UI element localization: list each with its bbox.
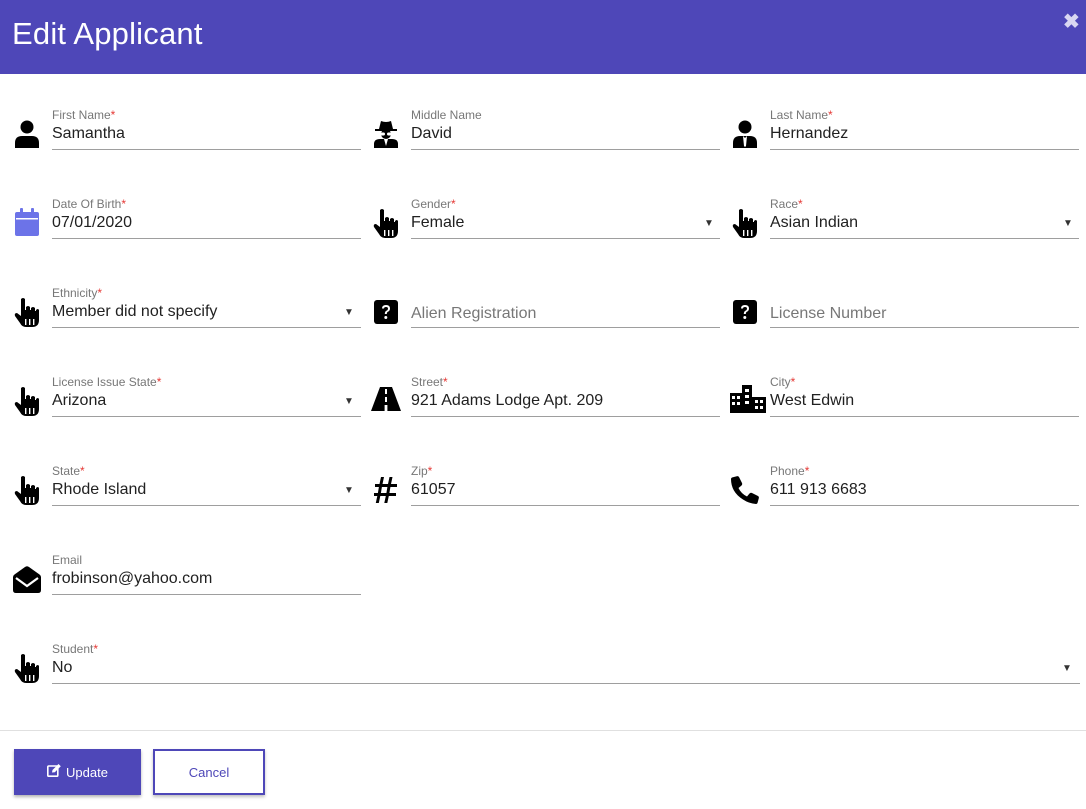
user-secret-icon	[371, 118, 401, 150]
phone-input[interactable]: 611 913 6683	[770, 481, 867, 499]
question-square-icon	[371, 296, 401, 328]
user-tie-icon	[730, 118, 760, 150]
hand-pointer-icon	[12, 474, 42, 506]
race-select[interactable]: Asian Indian	[770, 214, 858, 232]
edit-applicant-dialog: Edit Applicant ✖ First Name* Samantha Mi…	[0, 0, 1086, 809]
question-square-icon	[730, 296, 760, 328]
state-select[interactable]: Rhode Island	[52, 481, 146, 499]
alien-registration-field: Alien Registration	[371, 286, 721, 356]
zip-field: Zip* 61057	[371, 464, 721, 534]
ethnicity-select[interactable]: Member did not specify	[52, 303, 217, 321]
ethnicity-field: Ethnicity* Member did not specify ▼	[12, 286, 362, 356]
chevron-down-icon[interactable]: ▼	[1063, 218, 1073, 229]
cancel-button[interactable]: Cancel	[153, 749, 265, 795]
email-field: Email frobinson@yahoo.com	[12, 553, 362, 623]
envelope-open-icon	[12, 563, 42, 595]
gender-field: Gender* Female ▼	[371, 197, 721, 267]
chevron-down-icon[interactable]: ▼	[344, 396, 354, 407]
user-icon	[12, 118, 42, 150]
city-input[interactable]: West Edwin	[770, 392, 854, 410]
road-icon	[371, 383, 401, 415]
chevron-down-icon[interactable]: ▼	[704, 218, 714, 229]
dob-field: Date Of Birth* 07/01/2020	[12, 197, 362, 267]
phone-field: Phone* 611 913 6683	[730, 464, 1080, 534]
email-input[interactable]: frobinson@yahoo.com	[52, 570, 212, 588]
gender-select[interactable]: Female	[411, 214, 464, 232]
zip-input[interactable]: 61057	[411, 481, 456, 499]
student-field: Student* No ▼	[12, 642, 1080, 712]
update-button[interactable]: Update	[14, 749, 141, 795]
chevron-down-icon[interactable]: ▼	[344, 307, 354, 318]
chevron-down-icon[interactable]: ▼	[1062, 663, 1072, 674]
last-name-field: Last Name* Hernandez	[730, 108, 1080, 178]
license-issue-state-field: License Issue State* Arizona ▼	[12, 375, 362, 445]
edit-icon	[47, 764, 61, 780]
alien-registration-input[interactable]: Alien Registration	[411, 305, 536, 323]
license-issue-state-select[interactable]: Arizona	[52, 392, 106, 410]
first-name-field: First Name* Samantha	[12, 108, 362, 178]
hashtag-icon	[371, 474, 401, 506]
first-name-input[interactable]: Samantha	[52, 125, 125, 143]
dialog-header: Edit Applicant ✖	[0, 0, 1086, 74]
hand-pointer-icon	[12, 385, 42, 417]
hand-pointer-icon	[371, 207, 401, 239]
dob-input[interactable]: 07/01/2020	[52, 214, 132, 232]
license-number-input[interactable]: License Number	[770, 305, 887, 323]
calendar-icon	[12, 206, 42, 238]
last-name-input[interactable]: Hernandez	[770, 125, 848, 143]
dialog-title: Edit Applicant	[12, 16, 203, 51]
race-field: Race* Asian Indian ▼	[730, 197, 1080, 267]
state-field: State* Rhode Island ▼	[12, 464, 362, 534]
middle-name-field: Middle Name David	[371, 108, 721, 178]
footer-divider	[0, 730, 1086, 731]
street-field: Street* 921 Adams Lodge Apt. 209	[371, 375, 721, 445]
license-number-field: License Number	[730, 286, 1080, 356]
city-icon	[730, 383, 766, 415]
hand-pointer-icon	[730, 207, 760, 239]
city-field: City* West Edwin	[730, 375, 1080, 445]
student-select[interactable]: No	[52, 659, 72, 677]
hand-pointer-icon	[12, 296, 42, 328]
middle-name-input[interactable]: David	[411, 125, 452, 143]
phone-icon	[730, 474, 760, 506]
street-input[interactable]: 921 Adams Lodge Apt. 209	[411, 392, 603, 410]
chevron-down-icon[interactable]: ▼	[344, 485, 354, 496]
close-icon[interactable]: ✖	[1063, 12, 1080, 32]
hand-pointer-icon	[12, 652, 42, 684]
